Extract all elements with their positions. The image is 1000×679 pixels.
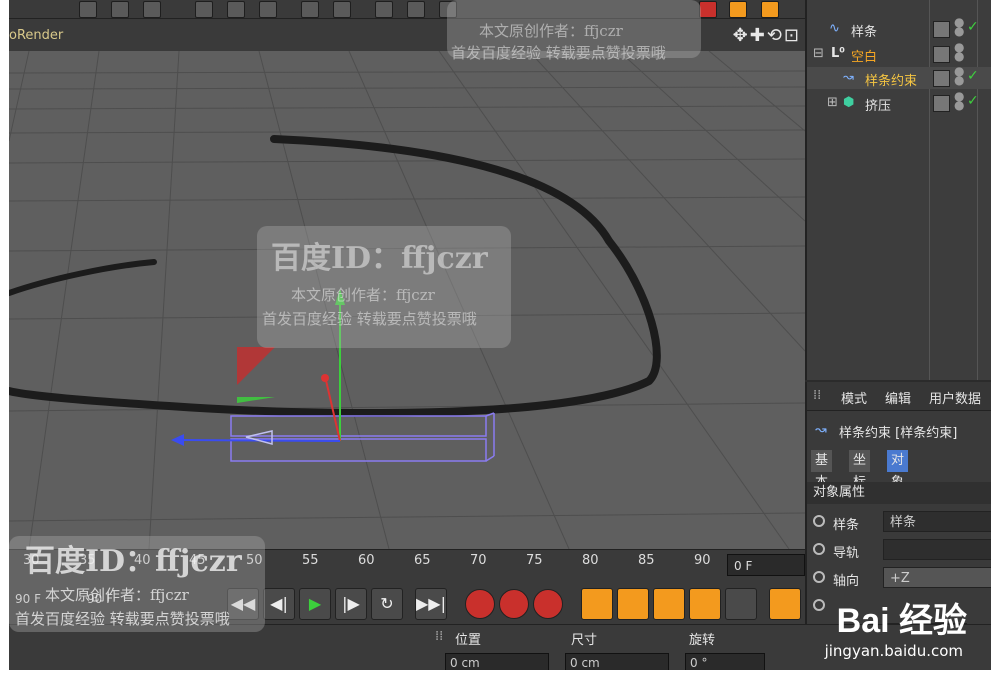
- menu-edit[interactable]: 编辑: [885, 388, 911, 407]
- param-key-button[interactable]: [689, 588, 721, 620]
- animate-radio[interactable]: [813, 543, 825, 555]
- watermark-panel: [447, 0, 701, 58]
- collapse-icon[interactable]: ⊟: [813, 46, 824, 61]
- animate-radio[interactable]: [813, 599, 825, 611]
- spline-link-field[interactable]: 样条: [883, 511, 991, 532]
- render-dots[interactable]: ● ●: [954, 41, 964, 62]
- tab-basic[interactable]: 基本: [811, 450, 833, 490]
- toolbar-icon[interactable]: [407, 1, 425, 18]
- rotation-header: 旋转: [689, 633, 716, 648]
- spline-icon: ∿: [829, 21, 840, 36]
- toolbar-icon[interactable]: [79, 1, 97, 18]
- enabled-check-icon[interactable]: ✓: [967, 93, 979, 109]
- axis-dropdown[interactable]: +Z: [883, 567, 991, 588]
- toolbar-icon[interactable]: [143, 1, 161, 18]
- record-key-button[interactable]: [465, 589, 495, 619]
- move-key-button[interactable]: [581, 588, 613, 620]
- tab-object[interactable]: 对象: [887, 450, 909, 490]
- size-header: 尺寸: [571, 633, 598, 648]
- visibility-toggle[interactable]: [933, 46, 950, 63]
- menu-mode[interactable]: 模式: [841, 388, 867, 407]
- grip-icon: ⁞⁞: [435, 629, 444, 644]
- prop-axis[interactable]: 轴向 +Z: [807, 566, 991, 590]
- object-item-extrude[interactable]: ⊞ ⬢ 挤压 ● ● ✓: [807, 90, 991, 114]
- spline-constraint-icon: ↝: [843, 70, 854, 85]
- prop-rail[interactable]: 导轨: [807, 538, 991, 562]
- object-manager: ∿ 样条 ● ● ✓ ⊟ L⁰ 空白 ● ● ↝ 样条约束 ● ● ✓ ⊞ ⬢ 挤压 …: [805, 0, 991, 380]
- toolbar-icon[interactable]: [699, 1, 717, 18]
- toolbar-icon[interactable]: [729, 1, 747, 18]
- rail-link-field[interactable]: [883, 539, 991, 560]
- animate-radio[interactable]: [813, 571, 825, 583]
- current-frame-field[interactable]: 0 F: [727, 554, 805, 576]
- viewport-title: oRender: [9, 28, 64, 43]
- prop-spline[interactable]: 样条 样条: [807, 510, 991, 534]
- watermark-panel: [257, 226, 511, 348]
- visibility-toggle[interactable]: [933, 21, 950, 38]
- object-item-spline-constraint[interactable]: ↝ 样条约束 ● ● ✓: [807, 65, 991, 89]
- object-item-spline[interactable]: ∿ 样条 ● ● ✓: [807, 16, 991, 40]
- rotate-key-button[interactable]: [653, 588, 685, 620]
- baidu-jingyan-logo: Bai 经验: [836, 602, 967, 640]
- point-level-button[interactable]: [725, 588, 757, 620]
- scale-key-button[interactable]: [617, 588, 649, 620]
- object-item-null[interactable]: ⊟ L⁰ 空白 ● ●: [807, 41, 991, 65]
- visibility-toggle[interactable]: [933, 70, 950, 87]
- spline-constraint-icon: ↝: [815, 422, 827, 438]
- rotation-h-field[interactable]: 0 °: [685, 653, 765, 670]
- loop-button[interactable]: ↻: [371, 588, 403, 620]
- render-dots[interactable]: ● ●: [954, 65, 964, 86]
- toolbar-icon[interactable]: [761, 1, 779, 18]
- cinema4d-window: oRender ✥✚⟲⊡ 百度ID：ffjczr 本文原创作者：ffjczr 首…: [9, 0, 991, 670]
- attribute-object-title: 样条约束 [样条约束]: [839, 426, 958, 441]
- toolbar-icon[interactable]: [333, 1, 351, 18]
- expand-icon[interactable]: ⊞: [827, 95, 838, 110]
- play-button[interactable]: ▶: [299, 588, 331, 620]
- menu-user-data[interactable]: 用户数据: [929, 388, 981, 407]
- toolbar-icon[interactable]: [111, 1, 129, 18]
- render-dots[interactable]: ● ●: [954, 90, 964, 111]
- goto-end-button[interactable]: ▶▶|: [415, 588, 447, 620]
- toolbar-icon[interactable]: [375, 1, 393, 18]
- step-back-button[interactable]: ◀|: [263, 588, 295, 620]
- tab-coordinates[interactable]: 坐标: [849, 450, 871, 490]
- timeline-button[interactable]: [769, 588, 801, 620]
- attribute-menu: ⁞⁞ 模式 编辑 用户数据: [807, 382, 991, 411]
- toolbar-icon[interactable]: [195, 1, 213, 18]
- watermark-panel: [9, 536, 265, 632]
- step-forward-button[interactable]: |▶: [335, 588, 367, 620]
- baidu-jingyan-url: jingyan.baidu.com: [824, 642, 963, 660]
- viewport-nav-icon[interactable]: ✥✚⟲⊡: [733, 25, 801, 46]
- render-dots[interactable]: ● ●: [954, 16, 964, 37]
- null-object-icon: L⁰: [831, 46, 845, 61]
- auto-key-button[interactable]: [499, 589, 529, 619]
- animate-radio[interactable]: [813, 515, 825, 527]
- size-x-field[interactable]: 0 cm: [565, 653, 669, 670]
- help-key-button[interactable]: [533, 589, 563, 619]
- enabled-check-icon[interactable]: ✓: [967, 19, 979, 35]
- section-object-properties: 对象属性: [807, 482, 991, 504]
- visibility-toggle[interactable]: [933, 95, 950, 112]
- 3d-viewport[interactable]: 百度ID：ffjczr 本文原创作者：ffjczr 首发百度经验 转载要点赞投票…: [9, 51, 805, 549]
- position-x-field[interactable]: 0 cm: [445, 653, 549, 670]
- toolbar-icon[interactable]: [259, 1, 277, 18]
- enabled-check-icon[interactable]: ✓: [967, 68, 979, 84]
- grip-icon: ⁞⁞: [813, 388, 822, 403]
- position-header: 位置: [455, 633, 482, 648]
- toolbar-icon[interactable]: [227, 1, 245, 18]
- extrude-icon: ⬢: [843, 95, 855, 110]
- toolbar-icon[interactable]: [301, 1, 319, 18]
